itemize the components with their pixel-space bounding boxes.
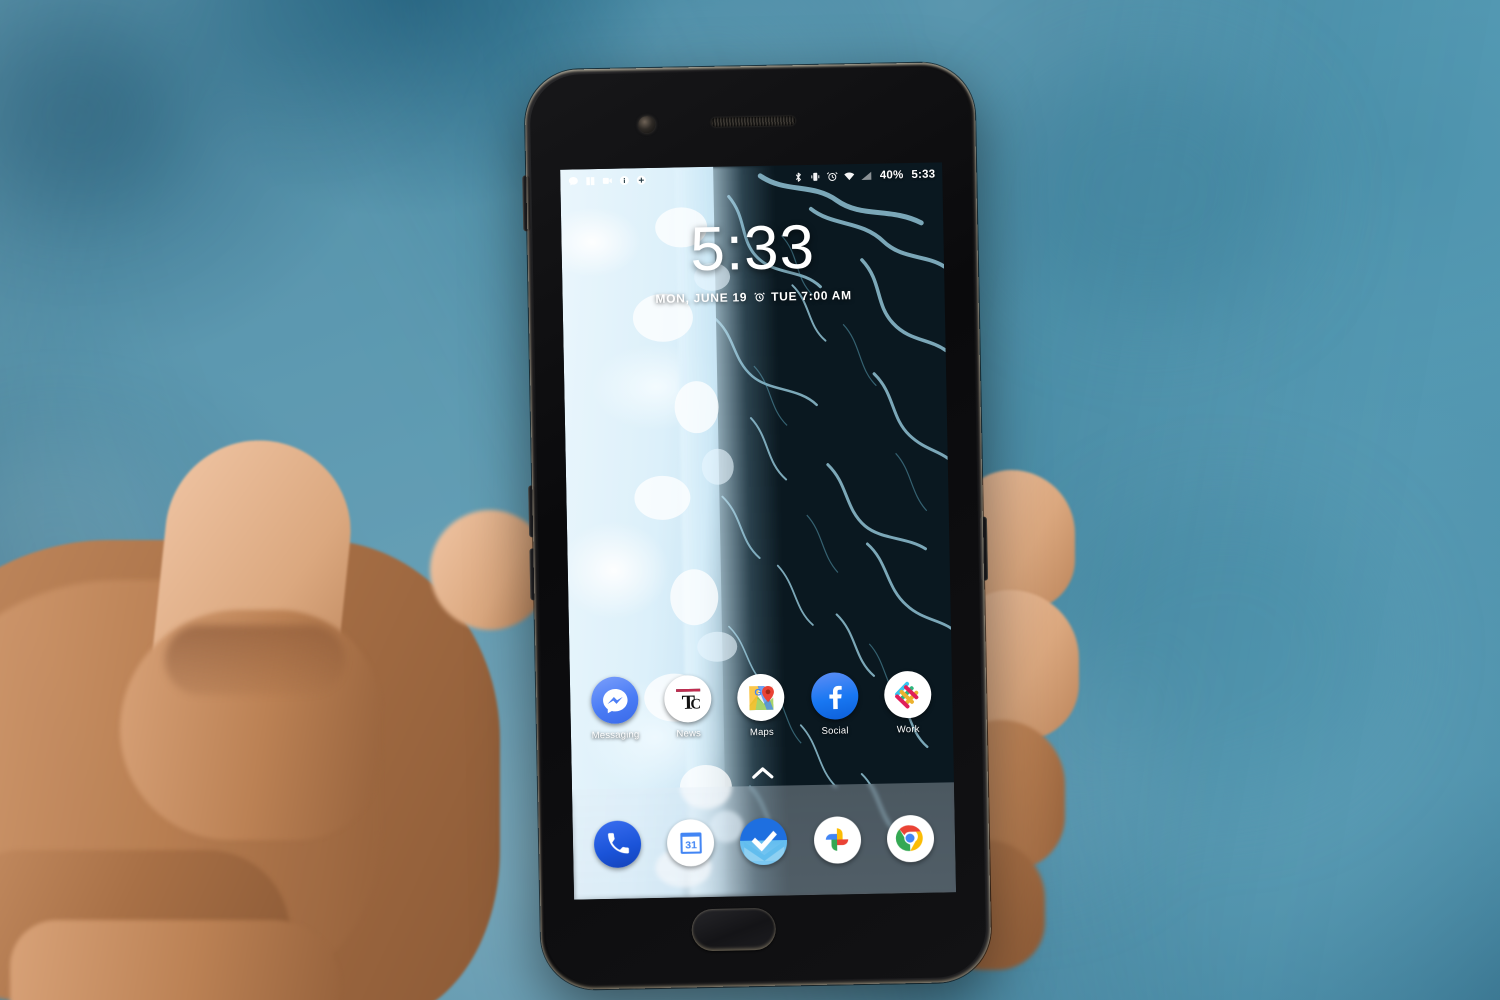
alarm-icon [826,172,838,182]
video-camera-icon [602,177,612,184]
phone-glyph [607,833,629,854]
notification-icons [567,174,647,188]
maps-glyph: G [749,685,774,710]
slack-glyph [895,681,919,708]
plus-add-icon [636,175,646,185]
phone-icon[interactable] [593,819,642,868]
nyt-glyph: T C [675,688,701,713]
svg-text:C: C [690,696,701,712]
book-icon [586,177,595,186]
calendar-day-number: 31 [685,839,697,851]
svg-text:G: G [754,687,761,697]
app-messaging[interactable]: Messaging [584,676,645,741]
volume-up-button[interactable] [528,485,537,538]
dock: 31 [572,782,957,900]
cellular-signal-icon [860,171,871,180]
smartphone[interactable]: 40% 5:33 5:33 MON, JUNE 19 TUE 7:00 AM M… [522,61,992,991]
messenger-icon[interactable] [590,676,639,725]
vibrate-icon [810,172,819,181]
clock-time: 5:33 [689,212,816,285]
app-social[interactable]: Social [804,672,865,737]
app-maps[interactable]: G Maps [731,673,792,738]
facebook-glyph [829,685,842,709]
clock-date: MON, JUNE 19 [655,290,748,306]
info-circle-icon [619,176,629,186]
mail-check-glyph [744,830,785,862]
app-grid-row: Messaging T C News G Maps Social Work [570,670,953,741]
bluetooth-icon [795,172,801,182]
system-status-icons: 40% 5:33 [792,168,936,184]
alert-slider[interactable] [522,175,531,232]
clock-widget[interactable]: 5:33 MON, JUNE 19 TUE 7:00 AM [561,212,945,307]
battery-percent: 40% [879,169,904,182]
wifi-icon [843,172,854,181]
chrome-icon[interactable] [886,814,935,863]
facebook-icon[interactable] [810,672,859,721]
photos-glyph [825,828,849,851]
app-label: Work [896,723,920,736]
phone-screen[interactable]: 40% 5:33 5:33 MON, JUNE 19 TUE 7:00 AM M… [560,162,957,900]
app-label: Social [821,725,849,737]
calendar-glyph: 31 [680,832,702,854]
next-alarm-text: TUE 7:00 AM [771,288,852,304]
slack-icon[interactable] [883,670,932,719]
finger-lower-2 [10,920,340,1000]
status-bar-clock: 5:33 [911,168,936,181]
app-label: Maps [749,726,775,739]
app-news[interactable]: T C News [658,674,719,740]
app-drawer-chevron-up-icon[interactable] [751,766,775,779]
newton-mail-icon[interactable] [740,816,788,865]
earpiece-speaker [711,116,796,127]
google-maps-icon[interactable]: G [737,673,786,722]
app-label: Messaging [591,729,640,742]
message-bubble-icon [568,176,578,186]
alarm-clock-icon [753,292,765,302]
chrome-glyph [896,825,924,851]
thumb-crease [165,625,345,695]
app-work[interactable]: Work [877,670,938,736]
app-label: News [676,728,702,740]
messenger-glyph [602,688,628,713]
volume-down-button[interactable] [529,548,538,601]
nyt-icon[interactable]: T C [664,674,713,723]
google-photos-icon[interactable] [813,815,862,864]
power-button[interactable] [979,516,989,581]
home-button-fingerprint-sensor[interactable] [691,907,777,952]
calendar-icon[interactable]: 31 [666,818,715,867]
